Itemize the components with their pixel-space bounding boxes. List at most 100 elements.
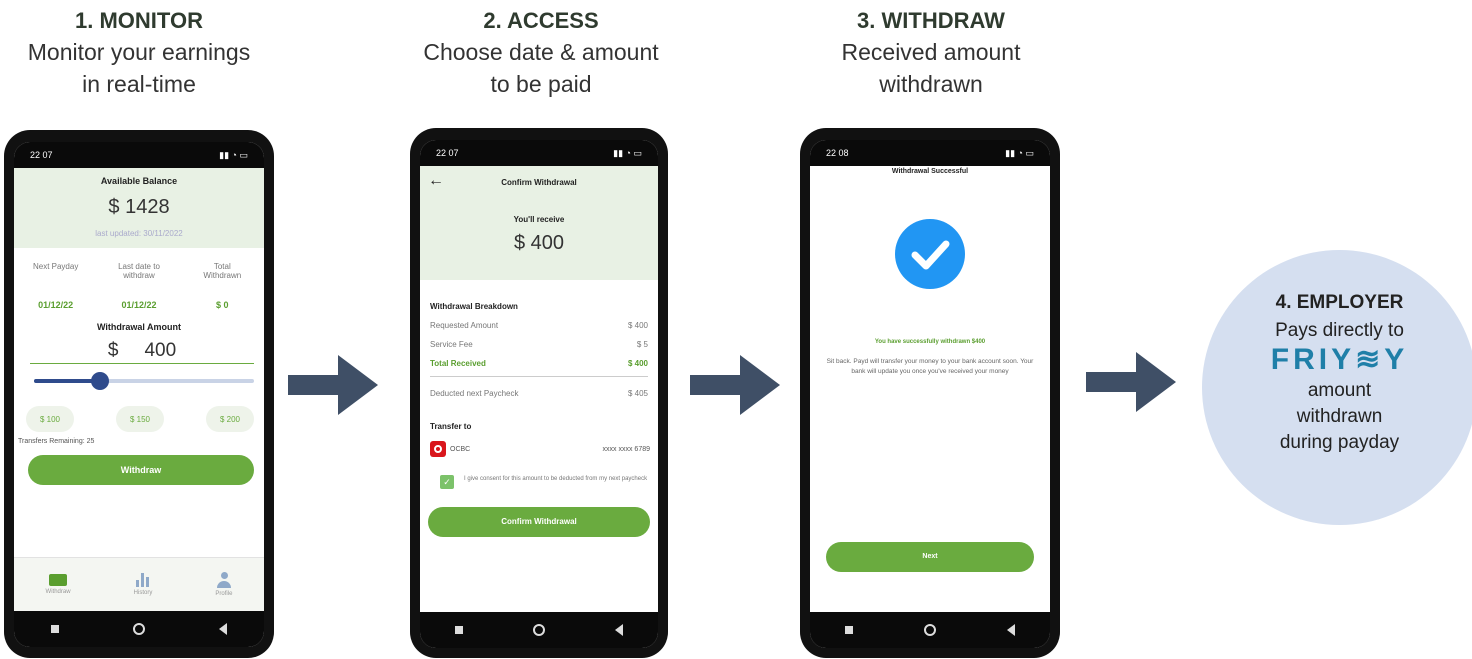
breakdown-row: Service Fee $ 5	[420, 340, 658, 349]
deducted-row: Deducted next Paycheck $ 405	[420, 389, 658, 398]
recent-apps-icon[interactable]	[845, 626, 854, 634]
withdrawal-amount-label: Withdrawal Amount	[96, 322, 182, 332]
home-icon[interactable]	[133, 623, 145, 635]
back-icon[interactable]	[1006, 624, 1015, 636]
back-arrow-icon[interactable]: ←	[428, 172, 444, 190]
step-1-title: 1. MONITOR	[75, 8, 203, 33]
last-updated: last updated: 30/11/2022	[95, 229, 183, 238]
preset-amounts: $ 100 $ 150 $ 200	[14, 388, 264, 432]
amount-slider[interactable]	[34, 372, 254, 390]
slider-handle[interactable]	[91, 372, 109, 390]
row-label: Total Received	[430, 359, 486, 368]
payday-values: 01/12/22 01/12/22 $ 0	[14, 280, 264, 310]
tab-withdraw-label: Withdraw	[45, 589, 71, 595]
signal-icon: ▮▮ ◔ ▭	[1005, 147, 1034, 158]
step-1-description: Monitor your earnings in real-time	[27, 39, 251, 97]
amount-input[interactable]: $ 400	[30, 338, 254, 364]
android-nav-bar	[14, 611, 264, 647]
success-message: You have successfully withdrawn $400	[874, 339, 986, 345]
consent-row: ✓ I give consent for this amount to be d…	[420, 457, 658, 489]
back-icon[interactable]	[219, 623, 227, 635]
total-withdrawn-value: $ 0	[216, 300, 229, 310]
breakdown-list: Requested Amount $ 400 Service Fee $ 5 Tot…	[420, 321, 658, 398]
tab-withdraw[interactable]: Withdraw	[46, 574, 71, 595]
phone-monitor: 22 07 ▮▮ ◔ ▭ Available Balance $ 1428 la…	[4, 130, 274, 658]
receive-label: You'll receive	[513, 215, 565, 224]
row-label: Requested Amount	[430, 321, 499, 330]
bottom-tab-bar: Withdraw History Profile	[14, 557, 264, 611]
home-icon[interactable]	[923, 624, 936, 636]
confirm-title: Confirm Withdrawal	[501, 178, 577, 187]
balance-card: Available Balance $ 1428 last updated: 3…	[14, 168, 264, 248]
bank-row[interactable]: OCBC xxxx xxxx 6789	[420, 431, 658, 457]
consent-text: I give consent for this amount to be ded…	[464, 476, 648, 482]
payday-info: Next Payday Last date to withdraw Total …	[14, 248, 264, 280]
success-title: Withdrawal Successful	[891, 168, 969, 175]
arrow-right-icon	[1086, 352, 1176, 412]
next-payday-label: Next Payday	[32, 262, 79, 271]
row-value: $ 400	[627, 359, 648, 368]
row-value: $ 5	[636, 340, 648, 349]
tab-profile[interactable]: Profile	[215, 572, 232, 597]
monitor-screen: 22 07 ▮▮ ◔ ▭ Available Balance $ 1428 la…	[14, 142, 264, 647]
breakdown-title: Withdrawal Breakdown	[430, 302, 518, 311]
signal-icon: ▮▮ ◔ ▭	[613, 147, 642, 158]
last-date-value: 01/12/22	[121, 300, 157, 310]
step-2-header: 2. ACCESS Choose date & amount to be pai…	[400, 6, 682, 100]
amount-value: 400	[144, 339, 177, 361]
tab-history[interactable]: History	[133, 573, 153, 596]
tab-history-label: History	[133, 590, 153, 596]
row-label: Deducted next Paycheck	[430, 389, 519, 398]
confirm-withdrawal-button[interactable]: Confirm Withdrawal	[428, 507, 650, 537]
employer-circle: 4. EMPLOYER Pays directly to FRIY≋Y amou…	[1202, 250, 1472, 525]
withdraw-button[interactable]: Withdraw	[28, 455, 254, 485]
consent-checkbox[interactable]: ✓	[440, 475, 454, 489]
step-2-description: Choose date & amount to be paid	[423, 39, 659, 97]
home-icon[interactable]	[533, 624, 545, 636]
back-icon[interactable]	[615, 624, 623, 636]
access-screen: 22 07 ▮▮ ◔ ▭ ← Confirm Withdrawal You'll…	[420, 140, 658, 648]
phone-access: 22 07 ▮▮ ◔ ▭ ← Confirm Withdrawal You'll…	[410, 128, 668, 658]
preset-200-button[interactable]: $ 200	[206, 406, 254, 432]
transfer-title: Transfer to	[430, 422, 472, 431]
preset-150-button[interactable]: $ 150	[116, 406, 164, 432]
receive-card: ← Confirm Withdrawal You'll receive $ 40…	[420, 166, 658, 280]
recent-apps-icon[interactable]	[51, 625, 59, 633]
arrow-right-icon	[690, 355, 780, 415]
row-label: Service Fee	[430, 340, 473, 349]
recent-apps-icon[interactable]	[455, 626, 463, 634]
step-2-title: 2. ACCESS	[483, 8, 599, 33]
employer-line-3: withdrawn	[1296, 406, 1383, 427]
step-1-header: 1. MONITOR Monitor your earnings in real…	[0, 6, 278, 100]
step-3-header: 3. WITHDRAW Received amount withdrawn	[790, 6, 1072, 100]
balance-amount: $ 1428	[108, 196, 170, 218]
brand-name: FRIY≋Y	[1270, 343, 1409, 376]
status-time: 22 07	[30, 150, 53, 160]
currency-symbol: $	[107, 339, 119, 361]
status-time: 22 07	[436, 148, 459, 158]
next-payday-value: 01/12/22	[38, 300, 74, 310]
chart-icon	[135, 573, 150, 587]
signal-icon: ▮▮ ◔ ▭	[219, 149, 248, 160]
status-bar: 22 08 ▮▮ ◔ ▭	[810, 140, 1050, 166]
step-3-description: Received amount withdrawn	[841, 39, 1021, 97]
breakdown-row: Requested Amount $ 400	[420, 321, 658, 330]
user-icon	[216, 572, 231, 588]
row-value: $ 400	[627, 321, 648, 330]
breakdown-row: Total Received $ 400	[420, 359, 658, 368]
info-message: Sit back. Payd will transfer your money …	[826, 358, 1034, 375]
withdraw-screen: 22 08 ▮▮ ◔ ▭ Withdrawal Successful You h…	[810, 140, 1050, 648]
receive-amount: $ 400	[513, 232, 565, 254]
bank-logo-icon	[430, 441, 446, 457]
employer-line-1: Pays directly to	[1275, 320, 1404, 341]
status-bar: 22 07 ▮▮ ◔ ▭	[420, 140, 658, 166]
step-3-title: 3. WITHDRAW	[857, 8, 1005, 33]
bank-name: OCBC	[450, 445, 471, 453]
money-icon	[49, 574, 68, 586]
next-button[interactable]: Next	[826, 542, 1034, 572]
employer-line-4: during payday	[1279, 432, 1400, 453]
tab-profile-label: Profile	[215, 591, 233, 597]
divider	[430, 376, 648, 377]
preset-100-button[interactable]: $ 100	[26, 406, 74, 432]
row-value: $ 405	[627, 389, 648, 398]
